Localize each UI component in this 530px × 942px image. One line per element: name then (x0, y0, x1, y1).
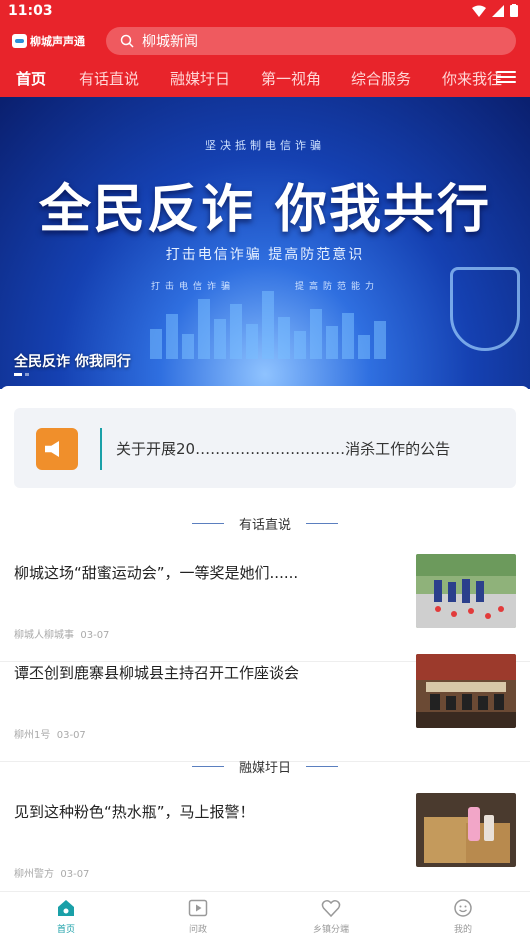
wifi-icon (472, 5, 486, 17)
notice-text: 关于开展20…………………………消杀工作的公告 (116, 440, 451, 458)
hero-banner[interactable]: 坚决抵制电信诈骗 全民反诈 你我共行 打击电信诈骗 提高防范意识 打击电信诈骗 … (0, 97, 530, 389)
app-logo-icon (12, 34, 27, 48)
news-source: 柳城人柳城事 (14, 630, 74, 641)
app-logo-text: 柳城声声通 (30, 35, 85, 48)
signal-icon (492, 4, 504, 17)
tab-first-view[interactable]: 第一视角 (261, 68, 321, 89)
tab-home[interactable]: 首页 (16, 68, 46, 89)
tab-media-market[interactable]: 融媒圩日 (170, 68, 230, 89)
megaphone-icon (36, 428, 78, 470)
news-item[interactable]: 见到这种粉色“热水瓶”，马上报警！ 柳州警方 03-07 (0, 793, 530, 901)
home-icon (58, 900, 74, 916)
news-thumbnail (416, 654, 516, 728)
nav-towns-label: 乡镇分端 (312, 925, 349, 935)
tab-menu-icon[interactable] (496, 68, 516, 88)
search-icon (120, 34, 134, 48)
tab-services[interactable]: 综合服务 (351, 68, 411, 89)
system-icons (472, 4, 518, 17)
bottom-navigation: 首页 问政 乡镇分端 我的 (0, 891, 530, 942)
news-item[interactable]: 柳城这场“甜蜜运动会”，一等奖是她们...... 柳城人柳城事 03-07 (0, 554, 530, 662)
news-thumbnail (416, 554, 516, 628)
news-source: 柳州警方 (14, 869, 54, 880)
news-title: 见到这种粉色“热水瓶”，马上报警！ (14, 803, 255, 821)
play-icon (188, 899, 208, 917)
section-title: 有话直说 (0, 514, 530, 533)
news-meta: 柳州警方 03-07 (14, 865, 89, 880)
news-date: 03-07 (56, 730, 86, 741)
news-title: 柳城这场“甜蜜运动会”，一等奖是她们...... (14, 564, 299, 582)
notice-divider (100, 428, 102, 470)
search-placeholder: 柳城新闻 (142, 34, 198, 50)
news-source: 柳州1号 (14, 730, 51, 741)
nav-mine[interactable]: 我的 (423, 898, 503, 935)
banner-headline: 全民反诈 你我共行 (38, 180, 492, 240)
banner-small-title: 坚决抵制电信诈骗 (205, 139, 325, 152)
status-time: 11:03 (8, 3, 53, 19)
app-logo[interactable]: 柳城声声通 (12, 32, 85, 50)
content-sheet: 关于开展20…………………………消杀工作的公告 有话直说 柳城这场“甜蜜运动会”… (0, 386, 530, 901)
channel-tabs: 首页 有话直说 融媒圩日 第一视角 综合服务 你来我往 (0, 62, 530, 94)
news-title: 谭丕创到鹿寨县柳城县主持召开工作座谈会 (14, 664, 300, 682)
heart-icon (321, 900, 341, 918)
status-bar: 11:03 (0, 0, 530, 24)
city-skyline (150, 289, 410, 359)
news-date: 03-07 (80, 630, 110, 641)
search-input[interactable]: 柳城新闻 (106, 27, 516, 55)
tab-speak-up[interactable]: 有话直说 (79, 68, 139, 89)
section-title: 融媒圩日 (0, 757, 530, 776)
tab-exchange[interactable]: 你来我往 (442, 68, 502, 89)
news-thumbnail (416, 793, 516, 867)
smile-icon (454, 899, 472, 917)
battery-icon (510, 4, 518, 17)
banner-subtitle: 打击电信诈骗 提高防范意识 (165, 247, 365, 263)
banner-caption: 全民反诈 你我同行 (14, 354, 131, 370)
news-meta: 柳城人柳城事 03-07 (14, 626, 109, 641)
news-meta: 柳州1号 03-07 (14, 726, 86, 741)
banner-pagination (14, 373, 29, 376)
nav-inquiry[interactable]: 问政 (158, 898, 238, 935)
news-date: 03-07 (60, 869, 90, 880)
nav-home[interactable]: 首页 (26, 898, 106, 935)
nav-home-label: 首页 (56, 925, 75, 935)
nav-mine-label: 我的 (453, 925, 472, 935)
news-item[interactable]: 谭丕创到鹿寨县柳城县主持召开工作座谈会 柳州1号 03-07 (0, 654, 530, 762)
nav-inquiry-label: 问政 (188, 925, 207, 935)
shield-graphic (450, 267, 520, 351)
nav-towns[interactable]: 乡镇分端 (291, 898, 371, 935)
notice-card[interactable]: 关于开展20…………………………消杀工作的公告 (14, 408, 516, 488)
